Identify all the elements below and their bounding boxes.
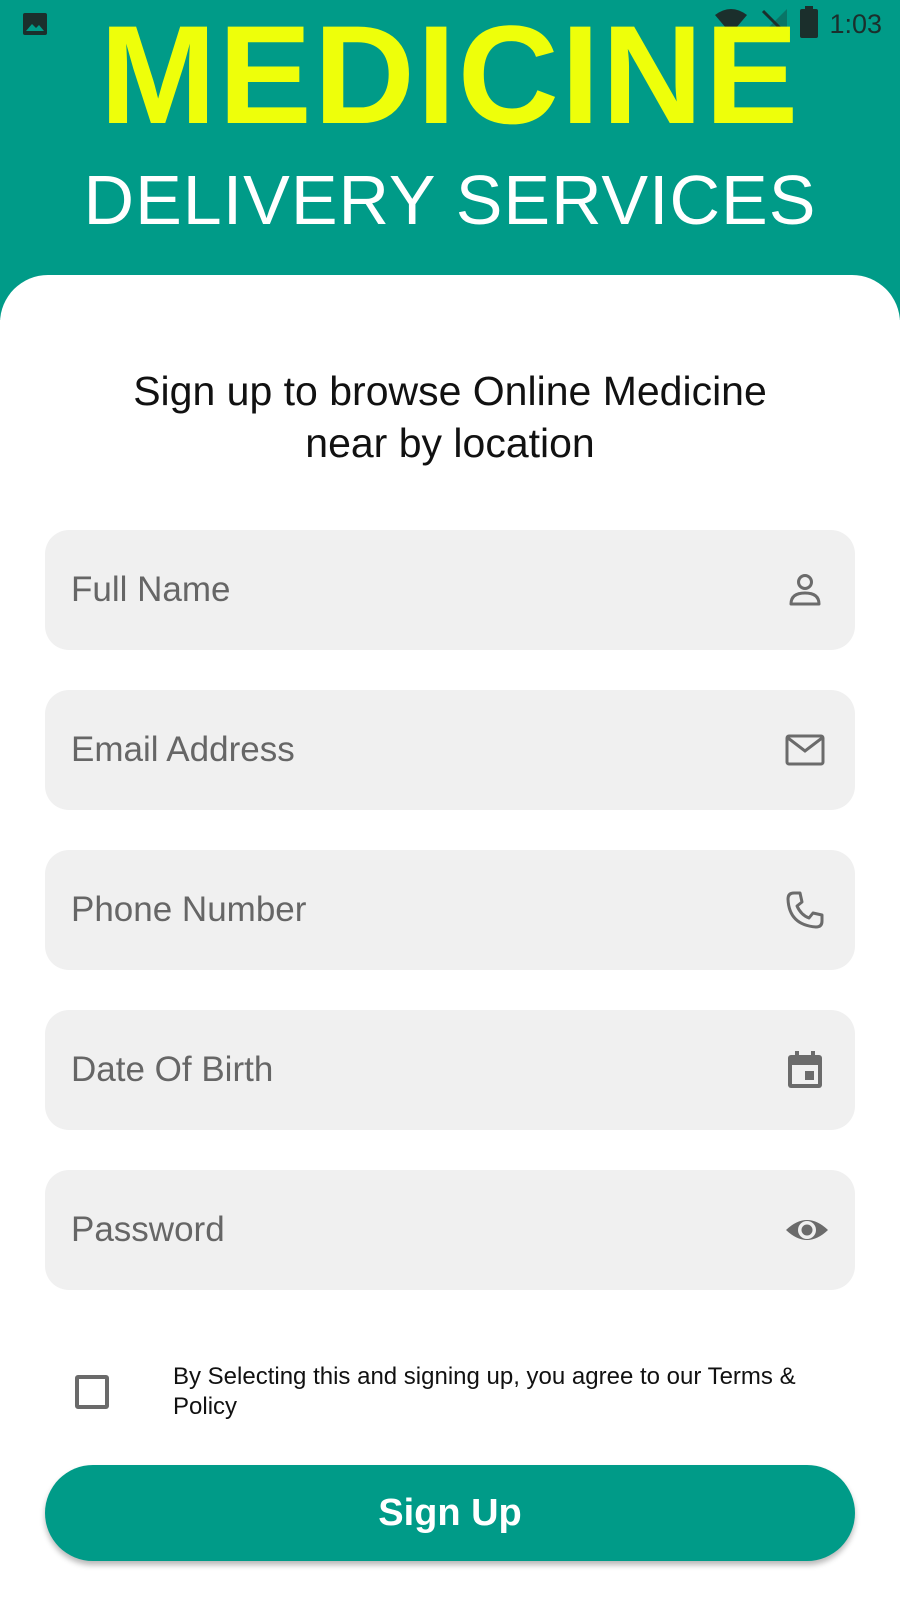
phone-placeholder: Phone Number <box>71 890 307 929</box>
terms-text: By Selecting this and signing up, you ag… <box>173 1363 796 1420</box>
app-subtitle: DELIVERY SERVICES <box>83 161 817 239</box>
email-placeholder: Email Address <box>71 730 295 769</box>
signup-intro: Sign up to browse Online Medicine near b… <box>133 368 767 466</box>
date-of-birth-placeholder: Date Of Birth <box>71 1050 274 1089</box>
password-field[interactable]: Password <box>45 1170 855 1290</box>
app-title: MEDICINE <box>99 0 801 153</box>
terms-checkbox[interactable] <box>75 1375 109 1409</box>
person-icon <box>785 570 825 610</box>
password-placeholder: Password <box>71 1210 225 1249</box>
app-header: 1:03 MEDICINE DELIVERY SERVICES <box>0 0 900 320</box>
full-name-field[interactable]: Full Name <box>45 530 855 650</box>
full-name-placeholder: Full Name <box>71 570 231 609</box>
date-of-birth-field[interactable]: Date Of Birth <box>45 1010 855 1130</box>
sign-up-button[interactable]: Sign Up <box>45 1465 855 1561</box>
mail-icon <box>785 730 825 770</box>
calendar-icon[interactable] <box>785 1050 825 1090</box>
phone-icon <box>785 890 825 930</box>
phone-field[interactable]: Phone Number <box>45 850 855 970</box>
email-field[interactable]: Email Address <box>45 690 855 810</box>
eye-icon[interactable] <box>785 1210 828 1250</box>
